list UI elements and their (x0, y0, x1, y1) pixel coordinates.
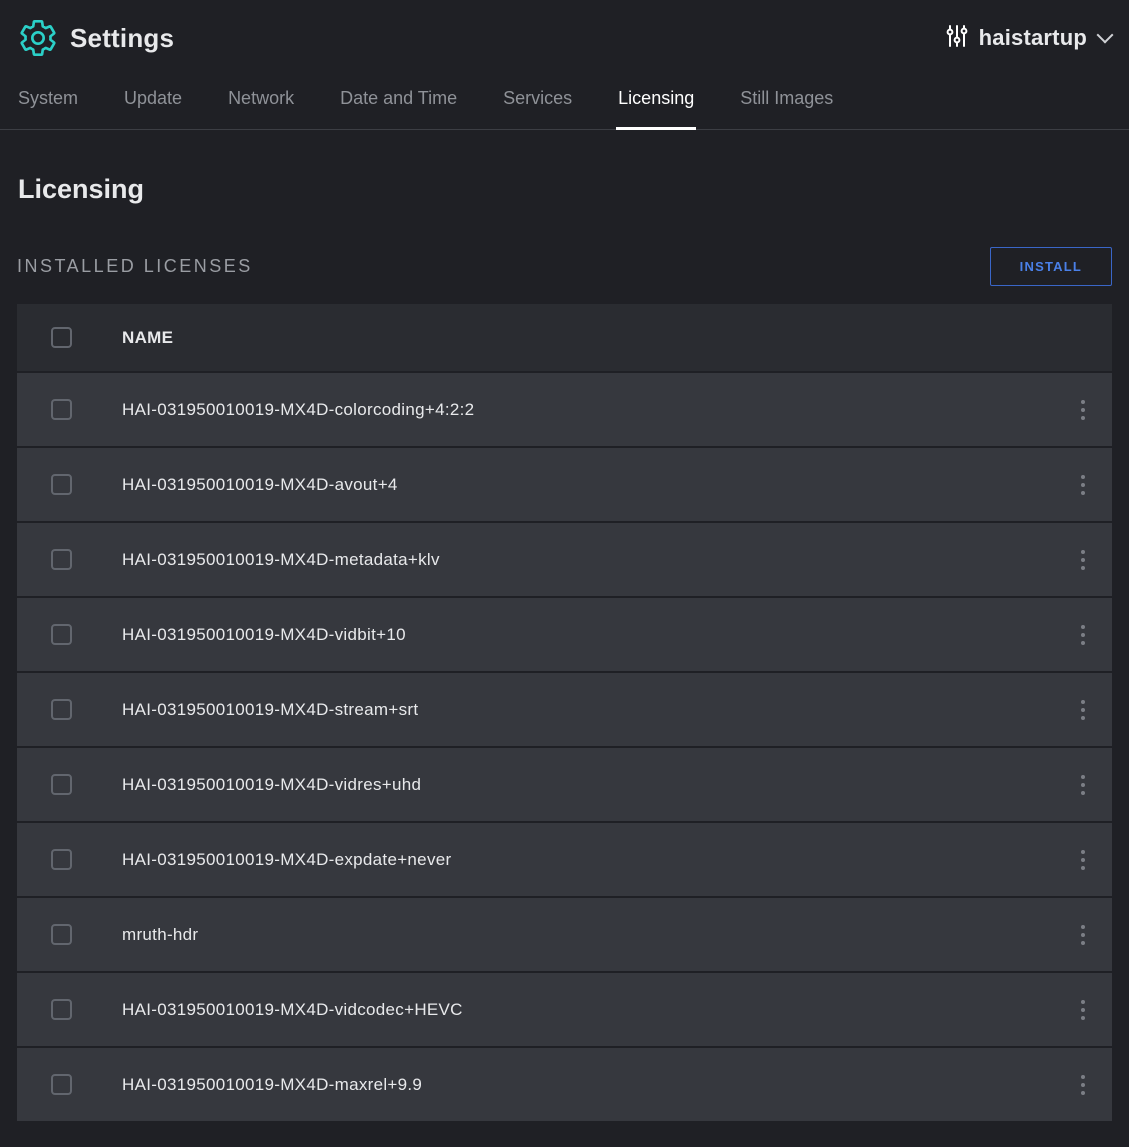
table-row: HAI-031950010019-MX4D-maxrel+9.9 (17, 1048, 1112, 1121)
app-header: Settings haistartup (0, 0, 1129, 74)
row-checkbox[interactable] (51, 474, 72, 495)
license-table-body: HAI-031950010019-MX4D-colorcoding+4:2:2 … (17, 373, 1112, 1121)
column-header-name: NAME (105, 328, 1054, 348)
license-name: HAI-031950010019-MX4D-avout+4 (105, 475, 1054, 495)
tab-date-and-time[interactable]: Date and Time (340, 74, 457, 129)
kebab-menu-icon[interactable] (1075, 619, 1091, 651)
row-checkbox[interactable] (51, 849, 72, 870)
page-header-title: Settings (70, 23, 174, 54)
kebab-menu-icon[interactable] (1075, 919, 1091, 951)
select-all-checkbox[interactable] (51, 327, 72, 348)
table-row: HAI-031950010019-MX4D-vidres+uhd (17, 748, 1112, 821)
license-table-header: NAME (17, 304, 1112, 371)
tab-services[interactable]: Services (503, 74, 572, 129)
install-button[interactable]: INSTALL (990, 247, 1112, 286)
license-name: HAI-031950010019-MX4D-expdate+never (105, 850, 1054, 870)
tab-network[interactable]: Network (228, 74, 294, 129)
row-checkbox[interactable] (51, 399, 72, 420)
license-table: NAME HAI-031950010019-MX4D-colorcoding+4… (17, 304, 1112, 1121)
kebab-menu-icon[interactable] (1075, 544, 1091, 576)
account-menu[interactable]: haistartup (945, 23, 1111, 54)
table-row: HAI-031950010019-MX4D-avout+4 (17, 448, 1112, 521)
tab-bar: System Update Network Date and Time Serv… (0, 74, 1129, 130)
row-checkbox[interactable] (51, 774, 72, 795)
chevron-down-icon (1097, 27, 1114, 44)
row-checkbox[interactable] (51, 999, 72, 1020)
license-name: HAI-031950010019-MX4D-colorcoding+4:2:2 (105, 400, 1054, 420)
tab-still-images[interactable]: Still Images (740, 74, 833, 129)
kebab-menu-icon[interactable] (1075, 844, 1091, 876)
table-row: HAI-031950010019-MX4D-vidbit+10 (17, 598, 1112, 671)
table-row: HAI-031950010019-MX4D-metadata+klv (17, 523, 1112, 596)
installed-licenses-header: INSTALLED LICENSES INSTALL (17, 247, 1112, 286)
licensing-page: Licensing INSTALLED LICENSES INSTALL NAM… (0, 174, 1129, 1121)
license-name: HAI-031950010019-MX4D-vidbit+10 (105, 625, 1054, 645)
table-row: HAI-031950010019-MX4D-colorcoding+4:2:2 (17, 373, 1112, 446)
row-checkbox[interactable] (51, 549, 72, 570)
license-name: HAI-031950010019-MX4D-vidres+uhd (105, 775, 1054, 795)
table-row: HAI-031950010019-MX4D-expdate+never (17, 823, 1112, 896)
row-checkbox[interactable] (51, 924, 72, 945)
table-row: mruth-hdr (17, 898, 1112, 971)
table-row: HAI-031950010019-MX4D-vidcodec+HEVC (17, 973, 1112, 1046)
kebab-menu-icon[interactable] (1075, 994, 1091, 1026)
license-name: mruth-hdr (105, 925, 1054, 945)
license-name: HAI-031950010019-MX4D-metadata+klv (105, 550, 1054, 570)
tab-licensing[interactable]: Licensing (618, 74, 694, 129)
kebab-menu-icon[interactable] (1075, 1069, 1091, 1101)
row-checkbox[interactable] (51, 699, 72, 720)
sliders-icon (945, 23, 969, 54)
kebab-menu-icon[interactable] (1075, 394, 1091, 426)
section-title: INSTALLED LICENSES (17, 256, 253, 277)
row-checkbox[interactable] (51, 1074, 72, 1095)
page-title: Licensing (18, 174, 1112, 205)
account-name: haistartup (979, 25, 1087, 51)
tab-system[interactable]: System (18, 74, 78, 129)
license-name: HAI-031950010019-MX4D-stream+srt (105, 700, 1054, 720)
settings-gear-icon (16, 16, 60, 60)
license-name: HAI-031950010019-MX4D-vidcodec+HEVC (105, 1000, 1054, 1020)
table-row: HAI-031950010019-MX4D-stream+srt (17, 673, 1112, 746)
kebab-menu-icon[interactable] (1075, 469, 1091, 501)
tab-update[interactable]: Update (124, 74, 182, 129)
row-checkbox[interactable] (51, 624, 72, 645)
license-name: HAI-031950010019-MX4D-maxrel+9.9 (105, 1075, 1054, 1095)
kebab-menu-icon[interactable] (1075, 769, 1091, 801)
kebab-menu-icon[interactable] (1075, 694, 1091, 726)
